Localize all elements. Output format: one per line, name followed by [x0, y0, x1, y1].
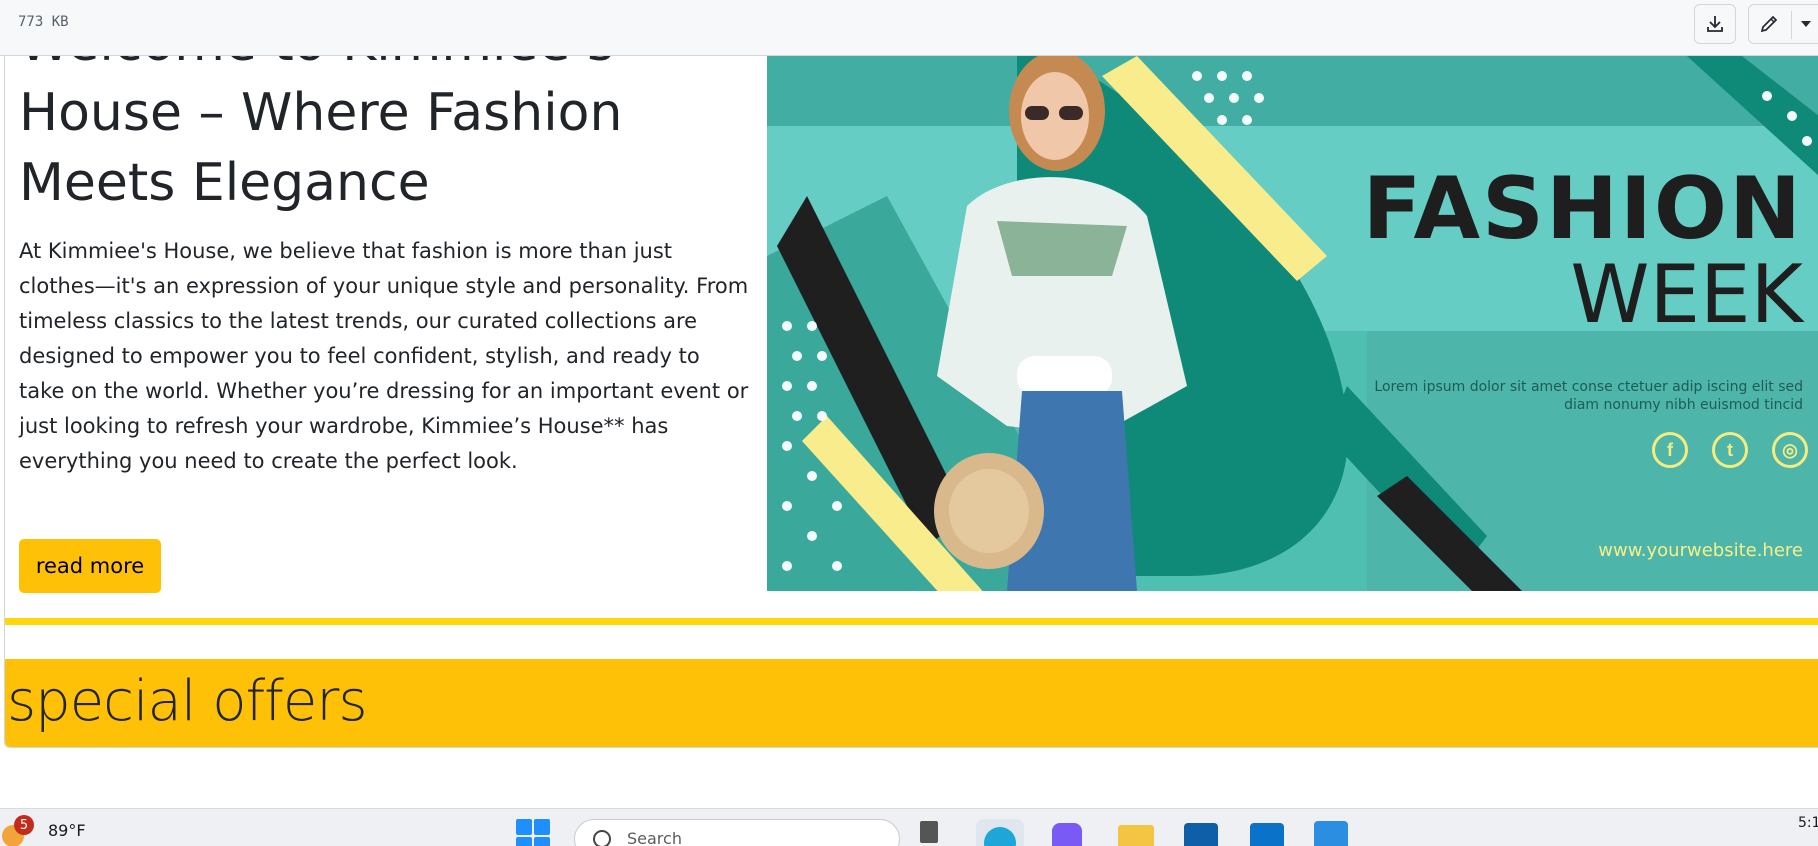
banner-headline: FASHION WEEK	[1363, 164, 1803, 336]
weather-icon: 5	[0, 815, 34, 846]
read-more-button[interactable]: read more	[19, 539, 161, 593]
file-explorer-icon[interactable]	[1118, 825, 1154, 846]
fashion-week-banner: FASHION WEEK Lorem ipsum dolor sit amet …	[767, 56, 1818, 591]
hero-description: At Kimmiee's House, we believe that fash…	[19, 239, 749, 473]
temperature-label: 89°F	[48, 820, 86, 840]
special-offers-title: special offers	[7, 669, 368, 734]
windows-taskbar: 5 89°F Search 5:1	[0, 808, 1818, 846]
weather-widget[interactable]: 5 89°F	[0, 813, 86, 846]
edge-browser-icon[interactable]	[976, 819, 1024, 846]
search-placeholder: Search	[627, 829, 682, 846]
store-icon[interactable]	[1184, 823, 1218, 846]
banner-headline-line2: WEEK	[1570, 248, 1803, 341]
download-button[interactable]	[1694, 4, 1736, 44]
vscode-icon[interactable]	[1314, 821, 1348, 846]
clock[interactable]: 5:1	[1798, 815, 1818, 831]
banner-headline-line1: FASHION	[1362, 159, 1803, 259]
copilot-icon[interactable]	[1052, 823, 1082, 846]
page-preview: Welcome to Kimmiee’s House – Where Fashi…	[4, 56, 1818, 748]
section-divider	[5, 618, 1818, 625]
special-offers-section: special offers	[5, 659, 1818, 747]
file-viewer-toolbar: 773 KB	[0, 0, 1818, 56]
task-view-icon[interactable]	[920, 821, 938, 843]
file-size-label: 773 KB	[18, 14, 69, 30]
chevron-down-icon[interactable]	[1801, 21, 1811, 27]
windows-start-icon[interactable]	[516, 819, 550, 846]
instagram-icon: ◎	[1772, 432, 1808, 468]
banner-tagline: Lorem ipsum dolor sit amet conse ctetuer…	[1374, 379, 1803, 413]
outlook-icon[interactable]	[1250, 823, 1284, 846]
taskbar-search[interactable]: Search	[574, 819, 900, 846]
button-divider	[1791, 11, 1792, 39]
search-icon	[593, 830, 611, 846]
pencil-icon[interactable]	[1759, 14, 1779, 34]
hero-title: Welcome to Kimmiee’s House – Where Fashi…	[19, 56, 623, 213]
edit-button-group[interactable]	[1748, 4, 1818, 44]
twitter-icon: t	[1712, 432, 1748, 468]
facebook-icon: f	[1652, 432, 1688, 468]
notification-badge: 5	[14, 815, 34, 835]
download-icon	[1707, 16, 1723, 32]
banner-website: www.yourwebsite.here	[1598, 540, 1803, 561]
